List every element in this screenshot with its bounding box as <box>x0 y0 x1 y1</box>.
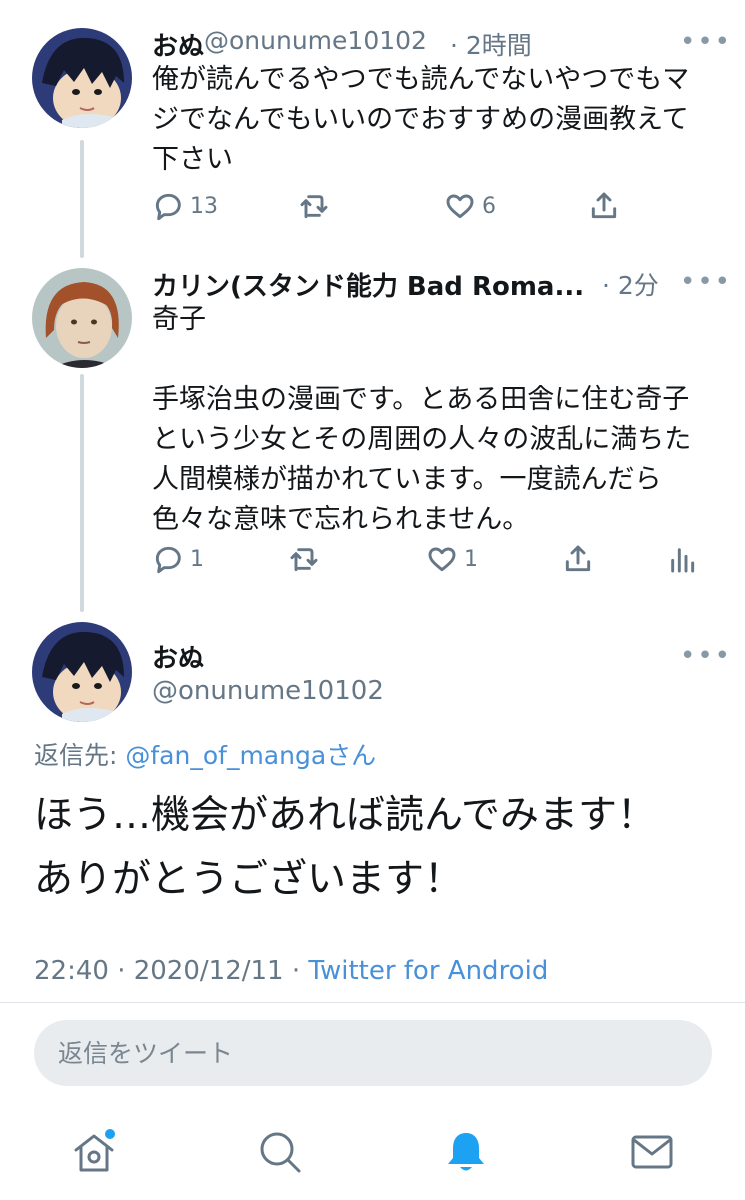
share-icon <box>565 545 591 572</box>
reply-icon <box>155 546 181 574</box>
avatar[interactable] <box>32 622 132 722</box>
analytics-button[interactable] <box>666 543 698 575</box>
tab-notifications[interactable] <box>442 1128 490 1176</box>
like-button[interactable]: 1 <box>426 543 478 575</box>
author-name[interactable]: おぬ <box>152 638 204 675</box>
avatar[interactable] <box>32 28 132 128</box>
home-icon <box>74 1129 115 1172</box>
notification-dot <box>105 1129 115 1139</box>
share-icon <box>591 192 617 219</box>
avatar-image <box>32 268 132 368</box>
reply-icon <box>155 193 181 221</box>
timestamp-text: 22:40 · 2020/12/11 · <box>34 956 309 986</box>
retweet-button[interactable] <box>298 190 330 222</box>
replying-to-handle[interactable]: @fan_of_mangaさん <box>125 741 376 770</box>
tweet-line: 俺が読んでるやつでも読んでないやつでもマ <box>152 64 690 95</box>
notifications-icon <box>448 1133 484 1171</box>
avatar-image <box>32 28 132 128</box>
reply-button[interactable]: 13 <box>152 190 218 222</box>
thread-line-2 <box>80 374 84 612</box>
tweet-actions: 13 6 <box>152 190 652 230</box>
reply-count: 1 <box>190 546 204 572</box>
tweet-time[interactable]: · 2分 <box>602 266 659 302</box>
tweet-actions: 1 1 <box>152 543 702 583</box>
tweet-timestamp: 22:40 · 2020/12/11 · Twitter for Android <box>34 956 548 986</box>
retweet-icon <box>300 195 328 219</box>
analytics-icon <box>671 548 695 573</box>
heart-icon <box>446 194 474 219</box>
tweet-line <box>152 340 722 380</box>
reply-count: 13 <box>190 193 218 219</box>
tweet-line: ほう…機会があれば読んでみます！ <box>34 793 657 838</box>
tab-messages[interactable] <box>628 1128 676 1176</box>
replying-to: 返信先: @fan_of_mangaさん <box>34 736 376 772</box>
tweet-line: 人間模様が描かれています。一度読んだら <box>152 464 662 495</box>
main-tweet-text: ほう…機会があれば読んでみます！ ありがとうございます！ <box>34 784 724 912</box>
like-count: 6 <box>482 193 496 219</box>
messages-icon <box>631 1135 673 1169</box>
more-options-icon[interactable]: ••• <box>680 269 732 295</box>
tweet-text: 俺が読んでるやつでも読んでないやつでもマ ジでなんでもいいのでおすすめの漫画教え… <box>152 60 722 180</box>
search-icon <box>260 1132 301 1173</box>
share-button[interactable] <box>588 190 620 222</box>
tweet-line: ジでなんでもいいのでおすすめの漫画教えて <box>152 104 689 135</box>
reply-input[interactable] <box>34 1020 712 1086</box>
tweet-time[interactable]: · 2時間 <box>450 26 532 62</box>
author-name[interactable]: カリン(スタンド能力 Bad Roma... <box>152 266 584 303</box>
retweet-button[interactable] <box>288 543 320 575</box>
avatar[interactable] <box>32 268 132 368</box>
thread-line-1 <box>80 140 84 258</box>
share-button[interactable] <box>562 543 594 575</box>
author-handle[interactable]: @onunume10102 <box>152 676 384 706</box>
retweet-icon <box>290 548 318 572</box>
tweet-line: 奇子 <box>152 304 206 335</box>
author-name[interactable]: おぬ <box>152 26 204 63</box>
more-options-icon[interactable]: ••• <box>680 29 732 55</box>
tweet-line: 色々な意味で忘れられません。 <box>152 504 530 535</box>
tab-search[interactable] <box>256 1128 304 1176</box>
replying-to-label: 返信先: <box>34 741 126 770</box>
more-options-icon[interactable]: ••• <box>680 643 732 669</box>
like-count: 1 <box>464 546 478 572</box>
author-handle[interactable]: @onunume10102 <box>204 26 427 55</box>
tweet-line: ありがとうございます！ <box>34 857 464 902</box>
avatar-image <box>32 622 132 722</box>
tweet-line: 手塚治虫の漫画です。とある田舎に住む奇子 <box>152 384 690 415</box>
like-button[interactable]: 6 <box>444 190 496 222</box>
heart-icon <box>428 547 456 572</box>
divider <box>0 1002 745 1003</box>
tab-home[interactable] <box>70 1128 118 1176</box>
reply-button[interactable]: 1 <box>152 543 204 575</box>
tweet-line: という少女とその周囲の人々の波乱に満ちた <box>152 424 692 455</box>
tweet-source-link[interactable]: Twitter for Android <box>308 956 548 986</box>
reply-box[interactable] <box>34 1020 712 1086</box>
tweet-line: 下さい <box>152 144 233 175</box>
tweet-text: 奇子 手塚治虫の漫画です。とある田舎に住む奇子 という少女とその周囲の人々の波乱… <box>152 300 722 540</box>
